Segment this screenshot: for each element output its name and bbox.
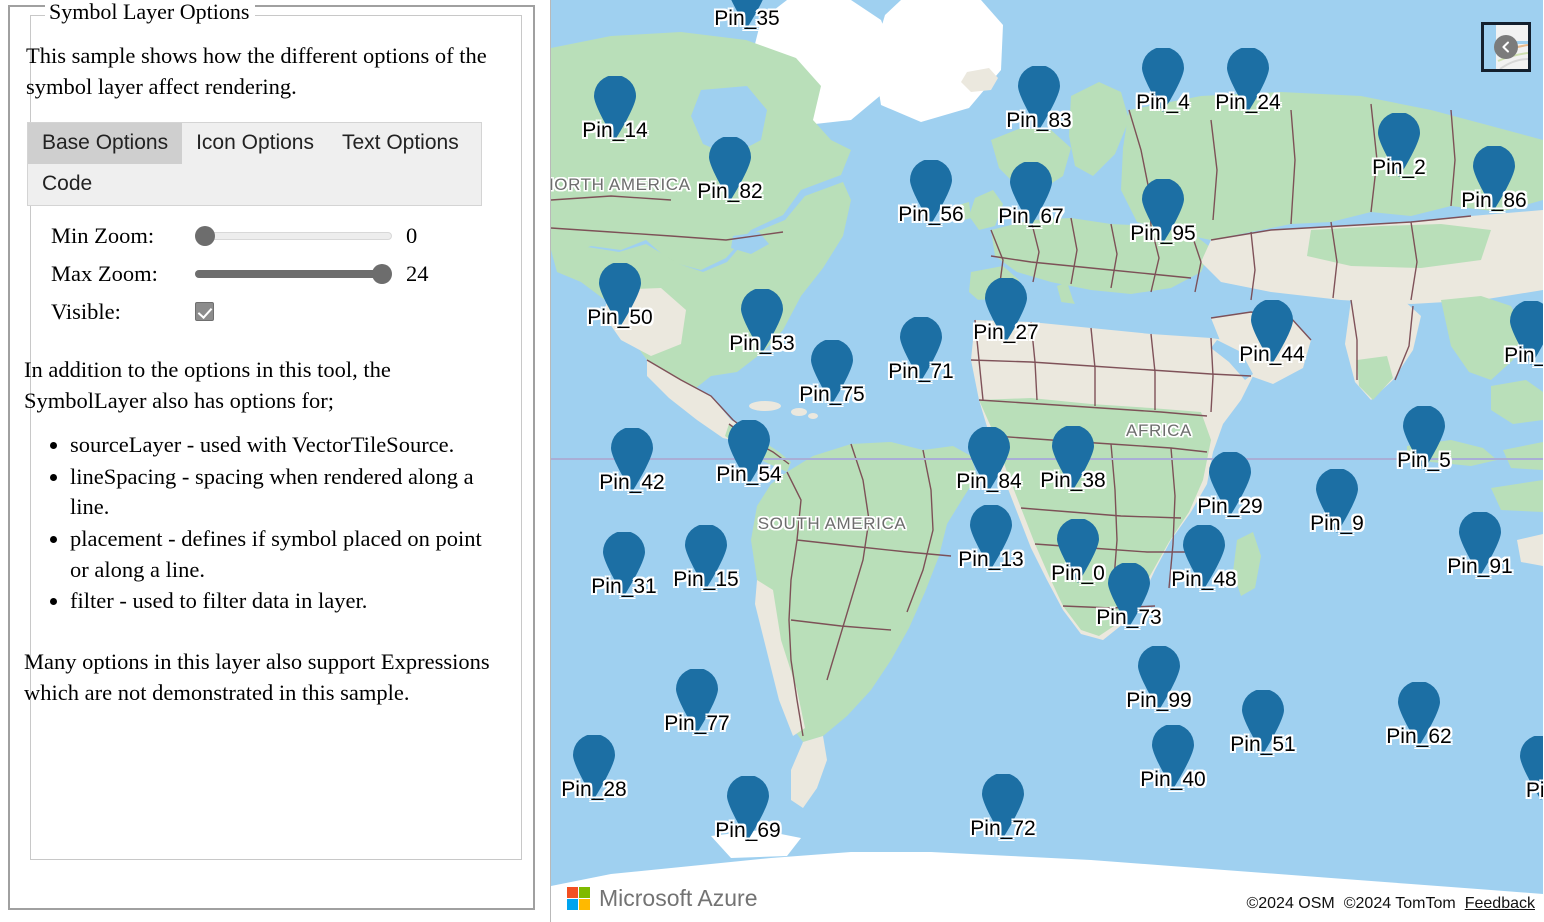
feedback-link[interactable]: Feedback: [1465, 895, 1535, 913]
map-pin-label: Pin_29: [1197, 495, 1262, 519]
panel-closing-text: Many options in this layer also support …: [24, 647, 494, 708]
map-pin-label: Pin_69: [715, 819, 780, 843]
tab-code[interactable]: Code: [28, 164, 106, 205]
options-tabs: Base Options Icon Options Text Options C…: [27, 122, 482, 206]
map-pin-label: Pin_73: [1096, 606, 1161, 630]
map-pin-label: Pin_15: [673, 568, 738, 592]
tab-text-options[interactable]: Text Options: [328, 123, 473, 164]
tab-row-primary: Base Options Icon Options Text Options: [28, 123, 481, 164]
map-attribution: ©2024 OSM ©2024 TomTom Feedback: [1246, 895, 1535, 913]
map-pin-label: Pin_5: [1397, 449, 1451, 473]
map-pin-label: Pin_38: [1040, 469, 1105, 493]
map-pin-label: Pin_42: [599, 471, 664, 495]
bullet-placement: placement - defines if symbol placed on …: [70, 524, 494, 585]
min-zoom-track: [195, 232, 392, 240]
visible-checkbox-wrap: [195, 302, 392, 322]
map-pin-label: Pin_75: [799, 383, 864, 407]
map-pin-label: Pin_53: [729, 332, 794, 356]
map-pin-label: Pin_82: [697, 180, 762, 204]
continent-label: NORTH AMERICA: [551, 175, 691, 195]
map-pin-label: Pin_62: [1386, 725, 1451, 749]
min-zoom-label: Min Zoom:: [27, 223, 195, 249]
azure-map[interactable]: NORTH AMERICA SOUTH AMERICA AFRICA Pin_35 P…: [551, 0, 1543, 922]
microsoft-azure-logo: Microsoft Azure: [567, 887, 758, 910]
map-pin-label: Pin_0: [1051, 562, 1105, 586]
map-pin-label: Pin_77: [664, 712, 729, 736]
visible-label: Visible:: [27, 299, 195, 325]
attribution-tomtom: ©2024 TomTom: [1344, 895, 1456, 913]
map-pin-label: Pin_35: [714, 7, 779, 31]
body-intro-paragraph: In addition to the options in this tool,…: [24, 355, 494, 416]
map-pin-label: Pin_28: [561, 778, 626, 802]
map-pin-label: Pin_2: [1372, 156, 1426, 180]
app-root: Symbol Layer Options This sample shows h…: [0, 0, 1544, 922]
map-pin-label: Pin_51: [1230, 733, 1295, 757]
map-pin-label: Pin_40: [1140, 768, 1205, 792]
bullet-source-layer: sourceLayer - used with VectorTileSource…: [70, 430, 494, 461]
map-pin-label: Pin: [1526, 779, 1543, 803]
visible-checkbox[interactable]: [195, 302, 214, 321]
panel-body-text: In addition to the options in this tool,…: [24, 355, 494, 618]
chevron-left-icon: [1494, 35, 1518, 59]
symbol-layer-options-panel: Symbol Layer Options This sample shows h…: [0, 0, 551, 922]
min-zoom-value: 0: [392, 223, 417, 249]
ms-square-green: [579, 887, 590, 898]
microsoft-logo-icon: [567, 887, 590, 910]
map-pin-label: Pin_50: [587, 306, 652, 330]
map-pin-label: Pin_84: [956, 470, 1021, 494]
map-pin-label: Pin_31: [591, 575, 656, 599]
max-zoom-thumb[interactable]: [372, 264, 392, 284]
map-pin-label: Pin_27: [973, 321, 1038, 345]
map-pin-label: Pin_71: [888, 360, 953, 384]
map-pin-label: Pin_72: [970, 817, 1035, 841]
map-style-button[interactable]: [1481, 22, 1531, 72]
ms-square-yellow: [579, 899, 590, 910]
map-pin-label: Pin_48: [1171, 568, 1236, 592]
map-pin-label: Pin_24: [1215, 91, 1280, 115]
max-zoom-slider[interactable]: [195, 264, 392, 284]
map-pin-label: Pin_13: [958, 548, 1023, 572]
panel-intro-text: This sample shows how the different opti…: [26, 41, 488, 102]
map-pin-label: Pin_56: [898, 203, 963, 227]
max-zoom-fill: [195, 270, 382, 278]
map-pin-label: Pin_4: [1136, 91, 1190, 115]
tab-icon-options[interactable]: Icon Options: [182, 123, 328, 164]
map-pin-label: Pin_99: [1126, 689, 1191, 713]
max-zoom-value: 24: [392, 261, 429, 287]
tab-row-secondary: Code: [28, 164, 481, 205]
map-pin-label: Pin_67: [998, 205, 1063, 229]
min-zoom-thumb[interactable]: [195, 226, 215, 246]
map-pin-label: Pin_83: [1006, 109, 1071, 133]
max-zoom-label: Max Zoom:: [27, 261, 195, 287]
attribution-osm: ©2024 OSM: [1246, 895, 1334, 913]
visible-row: Visible:: [27, 293, 482, 331]
options-bullet-list: sourceLayer - used with VectorTileSource…: [24, 430, 494, 617]
base-options-controls: Min Zoom: 0 Max Zoom: 24: [27, 217, 482, 331]
ms-square-red: [567, 887, 578, 898]
panel-legend-title: Symbol Layer Options: [45, 0, 255, 24]
map-pin-label: Pin_44: [1239, 343, 1304, 367]
ms-square-blue: [567, 899, 578, 910]
panel-inner-frame: Symbol Layer Options This sample shows h…: [8, 5, 535, 910]
map-pin-label: Pin_1: [1504, 344, 1543, 368]
map-pin-label: Pin_95: [1130, 222, 1195, 246]
bullet-filter: filter - used to filter data in layer.: [70, 586, 494, 617]
min-zoom-slider[interactable]: [195, 226, 392, 246]
bullet-line-spacing: lineSpacing - spacing when rendered alon…: [70, 462, 494, 523]
map-pin-label: Pin_9: [1310, 512, 1364, 536]
map-pin-label: Pin_91: [1447, 555, 1512, 579]
equator-line: [551, 458, 1543, 460]
tab-base-options[interactable]: Base Options: [28, 123, 182, 164]
map-pin-label: Pin_86: [1461, 189, 1526, 213]
map-pin-label: Pin_14: [582, 119, 647, 143]
continent-label: AFRICA: [1126, 421, 1192, 441]
azure-wordmark: Microsoft Azure: [599, 887, 758, 910]
max-zoom-row: Max Zoom: 24: [27, 255, 482, 293]
continent-label: SOUTH AMERICA: [758, 514, 907, 534]
map-pin-label: Pin_54: [716, 463, 781, 487]
min-zoom-row: Min Zoom: 0: [27, 217, 482, 255]
